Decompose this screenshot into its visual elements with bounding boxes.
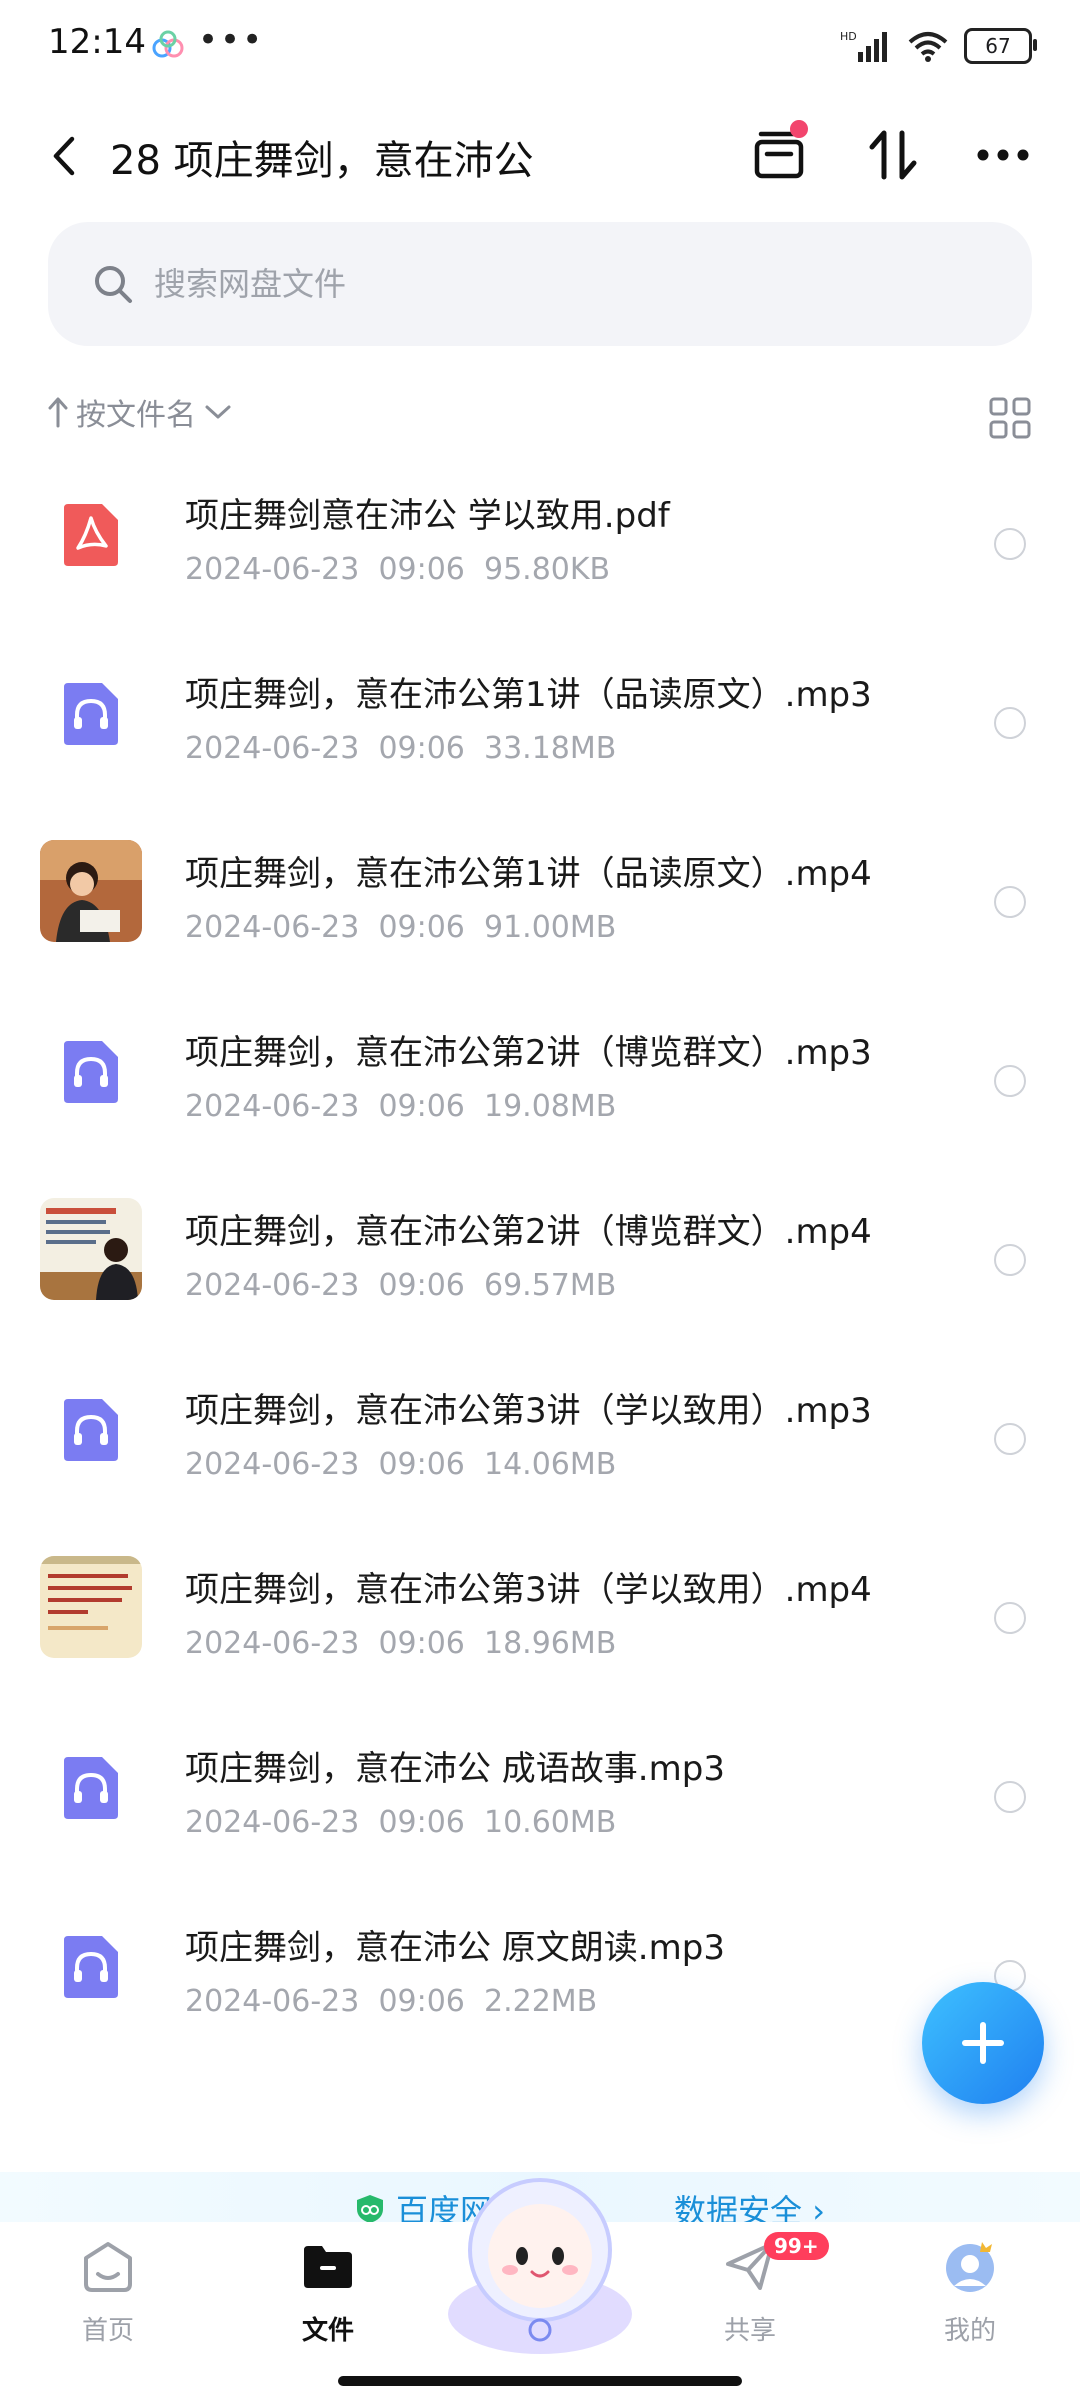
file-name: 项庄舞剑，意在沛公第3讲（学以致用）.mp4 (185, 1570, 872, 1610)
file-row[interactable]: 项庄舞剑意在沛公 学以致用.pdf 2024-06-23 09:06 95.80… (0, 460, 1080, 639)
status-bar: 12:14 ••• HD 67 (0, 0, 1080, 92)
sort-label: 按文件名 (76, 398, 196, 433)
file-meta: 2024-06-23 09:06 69.57MB (185, 1268, 617, 1303)
back-button[interactable] (36, 128, 92, 184)
file-meta: 2024-06-23 09:06 10.60MB (185, 1805, 617, 1840)
select-radio[interactable] (994, 886, 1026, 918)
file-meta: 2024-06-23 09:06 2.22MB (185, 1984, 598, 2019)
grid-view-icon[interactable] (988, 396, 1032, 440)
file-row[interactable]: 项庄舞剑，意在沛公 成语故事.mp3 2024-06-23 09:06 10.6… (0, 1713, 1080, 1892)
audio-file-icon (64, 683, 118, 745)
video-thumbnail (40, 840, 142, 942)
file-row[interactable]: 项庄舞剑，意在沛公第1讲（品读原文）.mp4 2024-06-23 09:06 … (0, 818, 1080, 997)
file-row[interactable]: 项庄舞剑，意在沛公第1讲（品读原文）.mp3 2024-06-23 09:06 … (0, 639, 1080, 818)
status-more-icon: ••• (198, 20, 265, 60)
add-button[interactable] (922, 1982, 1044, 2104)
page-title: 28 项庄舞剑，意在沛公 (110, 138, 534, 184)
file-name: 项庄舞剑，意在沛公第3讲（学以致用）.mp3 (185, 1391, 872, 1431)
tab-label: 文件 (301, 2316, 354, 2346)
svg-text:HD: HD (840, 30, 857, 43)
avatar-icon (946, 2242, 994, 2292)
mascot-button[interactable] (442, 2164, 638, 2360)
sort-toolbar: 按文件名 (48, 390, 1032, 450)
audio-file-icon (64, 1399, 118, 1461)
select-radio[interactable] (994, 1781, 1026, 1813)
file-name: 项庄舞剑，意在沛公 成语故事.mp3 (185, 1749, 725, 1789)
audio-file-icon (64, 1041, 118, 1103)
more-horizontal-icon (977, 149, 1029, 161)
tab-home[interactable]: 首页 (38, 2236, 178, 2347)
file-meta: 2024-06-23 09:06 33.18MB (185, 731, 617, 766)
sort-order-button[interactable] (858, 120, 928, 190)
signal-icon: HD (840, 30, 887, 62)
file-meta: 2024-06-23 09:06 14.06MB (185, 1447, 617, 1482)
select-radio[interactable] (994, 1065, 1026, 1097)
more-options-button[interactable] (968, 120, 1038, 190)
plus-icon (962, 2022, 1004, 2064)
folder-icon (304, 2246, 352, 2288)
arrow-up-icon (48, 397, 68, 428)
video-thumbnail (40, 1198, 142, 1300)
file-meta: 2024-06-23 09:06 18.96MB (185, 1626, 617, 1661)
file-name: 项庄舞剑，意在沛公 原文朗读.mp3 (185, 1928, 725, 1968)
search-bar[interactable] (48, 222, 1032, 346)
baidu-netdisk-notification-icon (152, 30, 184, 58)
tab-share[interactable]: 99+ 共享 (680, 2232, 829, 2347)
wifi-icon (908, 32, 948, 62)
video-thumbnail (40, 1556, 142, 1658)
tab-label: 我的 (943, 2316, 996, 2346)
file-meta: 2024-06-23 09:06 95.80KB (185, 552, 611, 587)
notification-dot (790, 120, 808, 138)
file-row[interactable]: 项庄舞剑，意在沛公第3讲（学以致用）.mp3 2024-06-23 09:06 … (0, 1355, 1080, 1534)
status-time: 12:14 (48, 22, 146, 62)
swap-vertical-icon (869, 130, 917, 180)
file-name: 项庄舞剑，意在沛公第1讲（品读原文）.mp3 (185, 675, 872, 715)
chevron-down-icon (205, 405, 231, 419)
search-icon (95, 266, 132, 303)
file-name: 项庄舞剑，意在沛公第2讲（博览群文）.mp3 (185, 1033, 872, 1073)
file-name: 项庄舞剑，意在沛公第1讲（品读原文）.mp4 (185, 854, 872, 894)
home-indicator[interactable] (338, 2376, 742, 2386)
top-app-bar: 28 项庄舞剑，意在沛公 (0, 100, 1080, 210)
notification-badge: 99+ (764, 2232, 829, 2260)
transfer-list-button[interactable] (744, 120, 814, 190)
tab-files[interactable]: 文件 (258, 2236, 398, 2347)
select-radio[interactable] (994, 1602, 1026, 1634)
select-radio[interactable] (994, 528, 1026, 560)
sort-by-name-button[interactable]: 按文件名 (48, 390, 232, 434)
status-indicators: HD 67 (840, 24, 1037, 68)
file-row[interactable]: 项庄舞剑，意在沛公第2讲（博览群文）.mp4 2024-06-23 09:06 … (0, 1176, 1080, 1355)
battery-icon: 67 (964, 28, 1037, 64)
file-meta: 2024-06-23 09:06 19.08MB (185, 1089, 617, 1124)
file-row[interactable]: 项庄舞剑，意在沛公第3讲（学以致用）.mp4 2024-06-23 09:06 … (0, 1534, 1080, 1713)
file-row[interactable]: 项庄舞剑，意在沛公 原文朗读.mp3 2024-06-23 09:06 2.22… (0, 1892, 1080, 2071)
select-radio[interactable] (994, 707, 1026, 739)
audio-file-icon (64, 1757, 118, 1819)
file-row[interactable]: 项庄舞剑，意在沛公第2讲（博览群文）.mp3 2024-06-23 09:06 … (0, 997, 1080, 1176)
pdf-file-icon (64, 504, 118, 566)
shield-icon (357, 2195, 383, 2223)
search-input[interactable] (152, 264, 956, 304)
tab-label: 共享 (723, 2316, 776, 2346)
tab-mine[interactable]: 我的 (900, 2236, 1040, 2347)
home-icon (84, 2242, 132, 2292)
file-meta: 2024-06-23 09:06 91.00MB (185, 910, 617, 945)
chevron-left-icon (53, 136, 75, 176)
select-radio[interactable] (994, 1423, 1026, 1455)
file-name: 项庄舞剑意在沛公 学以致用.pdf (185, 496, 670, 536)
file-name: 项庄舞剑，意在沛公第2讲（博览群文）.mp4 (185, 1212, 872, 1252)
audio-file-icon (64, 1936, 118, 1998)
tab-label: 首页 (81, 2316, 134, 2346)
select-radio[interactable] (994, 1244, 1026, 1276)
battery-level: 67 (985, 34, 1011, 58)
file-list: 项庄舞剑意在沛公 学以致用.pdf 2024-06-23 09:06 95.80… (0, 460, 1080, 2071)
